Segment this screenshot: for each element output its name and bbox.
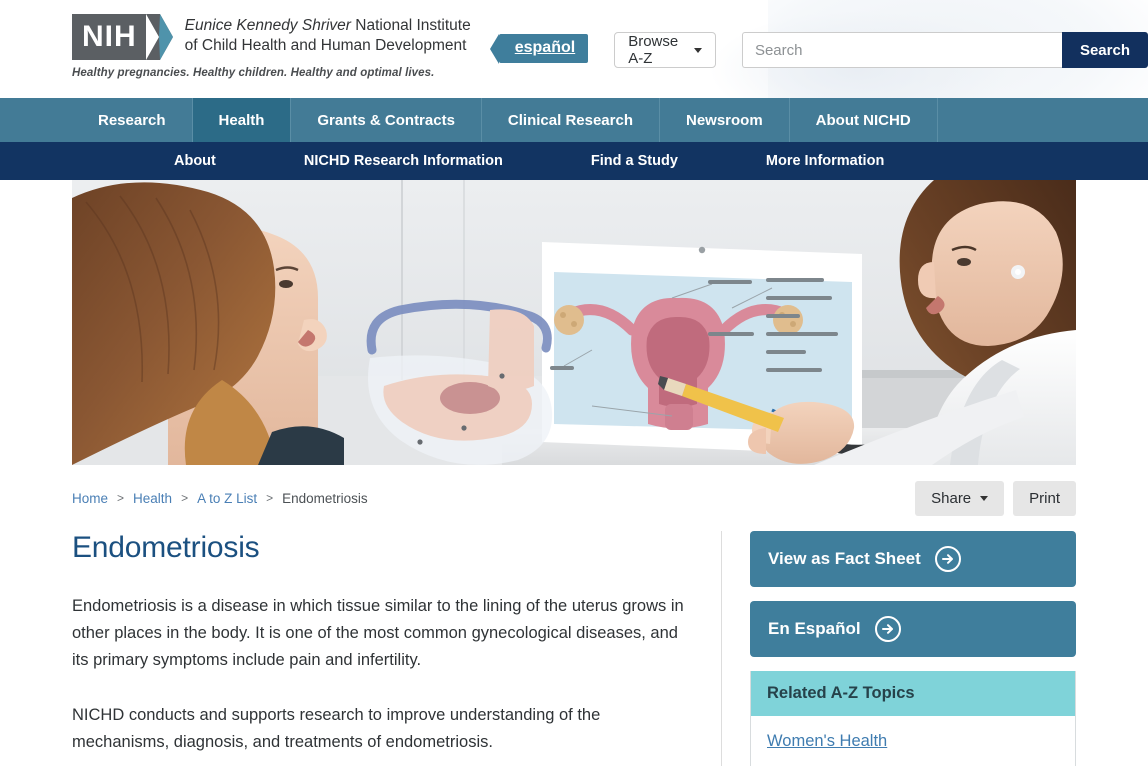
en-espanol-button[interactable]: En Español — [750, 601, 1076, 657]
breadcrumb: Home > Health > A to Z List > Endometrio… — [72, 491, 368, 506]
secondary-navigation: About NICHD Research Information Find a … — [0, 142, 1148, 180]
related-topics-panel: Related A-Z Topics Women's Health — [750, 671, 1076, 766]
breadcrumb-item-a-to-z-list[interactable]: A to Z List — [197, 491, 257, 506]
nih-logo-text: NIH — [72, 14, 146, 60]
nav-spacer-right — [938, 98, 1148, 142]
nav-item-grants-contracts[interactable]: Grants & Contracts — [291, 98, 482, 142]
utility-row: Home > Health > A to Z List > Endometrio… — [72, 465, 1076, 517]
share-button-label: Share — [931, 489, 972, 507]
share-button[interactable]: Share — [915, 480, 1005, 516]
arrow-right-icon — [934, 546, 961, 572]
chevron-down-icon — [980, 495, 989, 501]
related-topic-link-womens-health[interactable]: Women's Health — [767, 732, 1059, 751]
breadcrumb-item-home[interactable]: Home — [72, 491, 108, 506]
view-as-fact-sheet-button[interactable]: View as Fact Sheet — [750, 531, 1076, 587]
related-topics-title: Related A-Z Topics — [751, 671, 1075, 716]
arrow-right-icon — [874, 616, 901, 642]
en-espanol-label: En Español — [768, 619, 861, 638]
utility-actions: Share Print — [915, 480, 1076, 516]
breadcrumb-separator: > — [181, 491, 189, 505]
subnav-spacer-right — [928, 142, 1148, 180]
nav-item-clinical-research[interactable]: Clinical Research — [482, 98, 660, 142]
hero-illustration — [72, 180, 1076, 465]
espanol-ribbon-button[interactable]: español — [489, 34, 589, 64]
subnav-spacer-left — [0, 142, 130, 180]
nih-chevron-icon — [145, 14, 173, 60]
institute-name-italic: Eunice Kennedy Shriver — [184, 17, 351, 34]
institute-name-line2: of Child Health and Human Development — [184, 37, 467, 54]
subnav-item-about[interactable]: About — [130, 142, 260, 180]
search-group: Search — [741, 32, 1148, 68]
main-column: Endometriosis Endometriosis is a disease… — [72, 531, 722, 766]
site-tagline: Healthy pregnancies. Healthy children. H… — [72, 67, 435, 79]
institute-name-line1: National Institute — [350, 17, 471, 34]
nav-item-health[interactable]: Health — [192, 98, 292, 142]
nav-item-research[interactable]: Research — [72, 98, 193, 142]
search-button[interactable]: Search — [1061, 32, 1148, 68]
page-title: Endometriosis — [72, 531, 260, 564]
intro-paragraph-1: Endometriosis is a disease in which tiss… — [72, 597, 684, 669]
subnav-item-find-a-study[interactable]: Find a Study — [547, 142, 722, 180]
primary-navigation: Research Health Grants & Contracts Clini… — [0, 98, 1148, 142]
browse-az-dropdown[interactable]: Browse A-Z — [614, 32, 716, 68]
nav-item-newsroom[interactable]: Newsroom — [660, 98, 790, 142]
subnav-item-nichd-research-information[interactable]: NICHD Research Information — [260, 142, 547, 180]
page-content: Endometriosis Endometriosis is a disease… — [72, 517, 1076, 766]
breadcrumb-item-health[interactable]: Health — [133, 491, 172, 506]
browse-az-label: Browse A-Z — [628, 33, 679, 67]
institute-name: Eunice Kennedy Shriver National Institut… — [185, 14, 471, 60]
chevron-down-icon — [693, 47, 702, 53]
breadcrumb-separator: > — [266, 491, 274, 505]
breadcrumb-item-current: Endometriosis — [282, 490, 368, 506]
sidebar: View as Fact Sheet En Español Related A-… — [722, 531, 1076, 766]
search-input[interactable] — [741, 32, 1062, 68]
breadcrumb-separator: > — [117, 491, 125, 505]
view-as-fact-sheet-label: View as Fact Sheet — [768, 549, 921, 568]
hero-image — [72, 180, 1076, 465]
related-topics-body: Women's Health — [751, 716, 1075, 766]
site-logo[interactable]: NIH Eunice Kennedy Shriver National Inst… — [72, 14, 471, 79]
nih-logo-mark: NIH — [72, 14, 173, 60]
nav-item-about-nichd[interactable]: About NICHD — [790, 98, 938, 142]
site-header: NIH Eunice Kennedy Shriver National Inst… — [0, 0, 1148, 98]
print-button[interactable]: Print — [1013, 480, 1076, 516]
subnav-item-more-information[interactable]: More Information — [722, 142, 928, 180]
intro-paragraph-2: NICHD conducts and supports research to … — [72, 706, 601, 751]
nav-spacer-left — [0, 98, 72, 142]
